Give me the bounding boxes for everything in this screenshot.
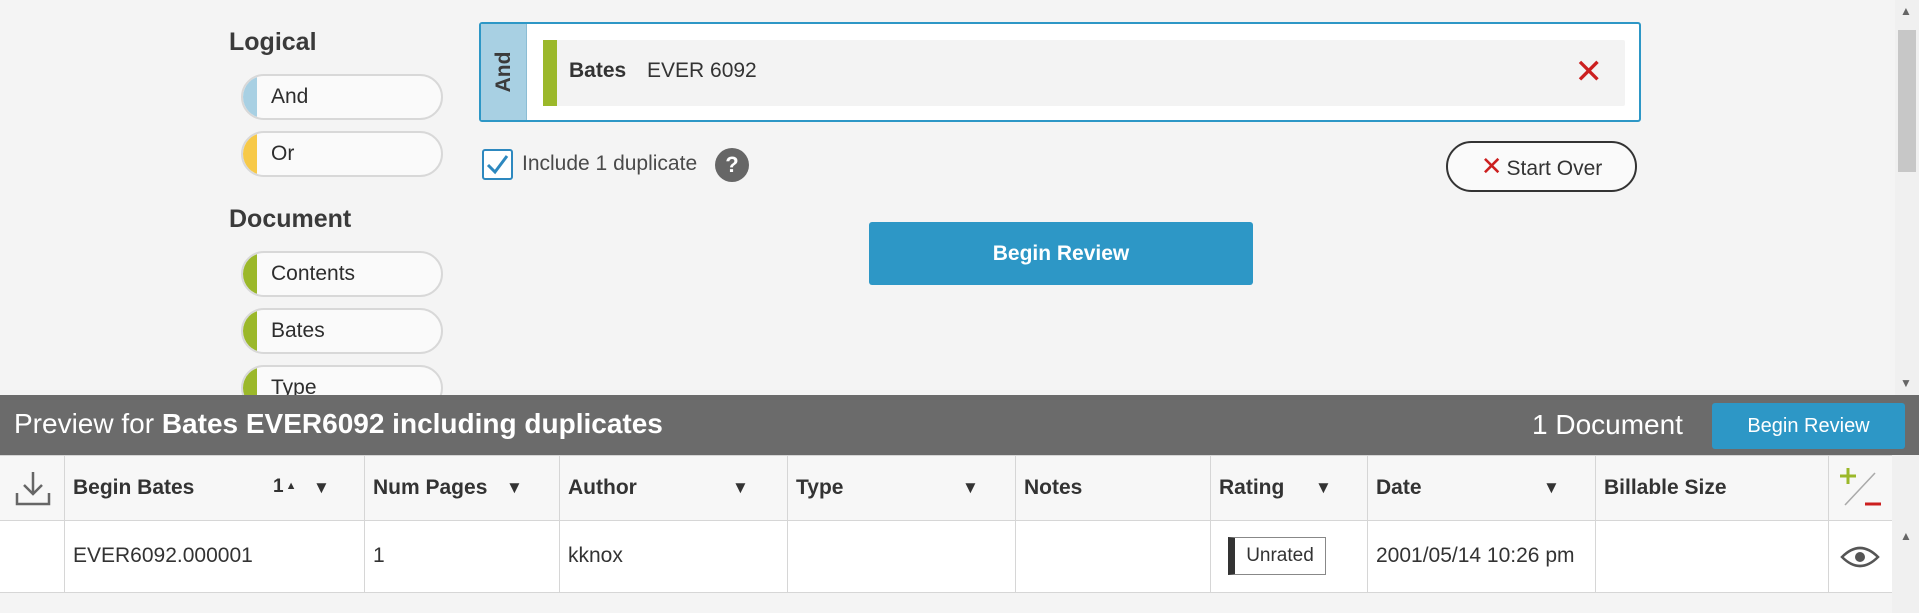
contents-color-bar bbox=[243, 253, 257, 295]
begin-review-button[interactable]: Begin Review bbox=[869, 222, 1253, 285]
palette-item-label: Type bbox=[271, 376, 317, 395]
builder-scrollbar[interactable]: ▲ ▼ bbox=[1895, 0, 1919, 395]
palette-item-bates[interactable]: Bates bbox=[241, 308, 443, 354]
palette-item-label: And bbox=[271, 85, 309, 108]
column-header-begin-bates[interactable]: Begin Bates 1 ▲ ▼ bbox=[65, 456, 365, 520]
sort-order-indicator: 1 ▲ bbox=[273, 476, 297, 497]
num-pages-cell: 1 bbox=[365, 521, 560, 592]
scroll-up-icon[interactable]: ▲ bbox=[1900, 4, 1912, 18]
help-icon[interactable]: ? bbox=[715, 148, 749, 182]
preview-header: Preview for Bates EVER6092 including dup… bbox=[0, 395, 1919, 455]
begin-bates-value: EVER6092.000001 bbox=[73, 544, 253, 567]
column-header-notes[interactable]: Notes bbox=[1016, 456, 1211, 520]
eye-icon[interactable] bbox=[1840, 543, 1880, 571]
table-header-row: Begin Bates 1 ▲ ▼ Num Pages ▼ Author ▼ Ty… bbox=[0, 455, 1892, 521]
preview-query-text: Bates EVER6092 including duplicates bbox=[161, 408, 663, 439]
checkmark-icon bbox=[486, 155, 509, 175]
filter-dropdown-icon[interactable]: ▼ bbox=[506, 478, 523, 498]
start-over-button[interactable]: ✕ Start Over bbox=[1446, 141, 1637, 192]
type-color-bar bbox=[243, 367, 257, 395]
filter-dropdown-icon[interactable]: ▼ bbox=[962, 478, 979, 498]
criterion-field: Bates bbox=[569, 59, 627, 82]
filter-dropdown-icon[interactable]: ▼ bbox=[313, 478, 330, 498]
palette-item-label: Bates bbox=[271, 319, 325, 342]
criterion-value: EVER 6092 bbox=[647, 59, 757, 82]
view-document-cell[interactable] bbox=[1829, 521, 1892, 592]
operator-tab-and[interactable]: And bbox=[481, 24, 527, 120]
column-label: Billable Size bbox=[1604, 476, 1727, 499]
date-cell: 2001/05/14 10:26 pm bbox=[1368, 521, 1596, 592]
palette-item-or[interactable]: Or bbox=[241, 131, 443, 177]
scrollbar-thumb[interactable] bbox=[1898, 30, 1916, 172]
column-label: Begin Bates bbox=[73, 476, 195, 499]
table-scrollbar[interactable]: ▲ bbox=[1892, 455, 1919, 613]
palette-item-contents[interactable]: Contents bbox=[241, 251, 443, 297]
export-column-header[interactable] bbox=[0, 456, 65, 520]
column-header-date[interactable]: Date ▼ bbox=[1368, 456, 1596, 520]
bates-criterion-chip[interactable]: Bates EVER 6092 ✕ bbox=[543, 40, 1625, 106]
filter-dropdown-icon[interactable]: ▼ bbox=[732, 478, 749, 498]
query-builder: Logical And Or Document Contents Bates T… bbox=[0, 0, 1919, 395]
column-label: Date bbox=[1376, 476, 1422, 499]
add-remove-columns-icon bbox=[1840, 468, 1881, 506]
column-label: Type bbox=[796, 476, 844, 499]
include-duplicates-checkbox[interactable] bbox=[482, 149, 513, 180]
type-cell bbox=[788, 521, 1016, 592]
rating-badge[interactable]: Unrated bbox=[1228, 537, 1326, 575]
preview-title: Preview for Bates EVER6092 including dup… bbox=[14, 408, 663, 440]
download-icon[interactable] bbox=[13, 469, 53, 509]
palette-item-label: Contents bbox=[271, 262, 356, 285]
include-duplicates-label[interactable]: Include 1 duplicate bbox=[522, 152, 697, 176]
column-label: Notes bbox=[1024, 476, 1083, 499]
scroll-down-icon[interactable]: ▼ bbox=[1900, 376, 1912, 390]
and-color-bar bbox=[243, 76, 257, 118]
palette-item-label: Or bbox=[271, 142, 295, 165]
add-remove-columns-button[interactable] bbox=[1829, 456, 1892, 520]
document-heading: Document bbox=[229, 205, 352, 233]
table-row[interactable]: EVER6092.000001 1 kknox Unrated 2001/05/… bbox=[0, 521, 1892, 593]
row-select-cell[interactable] bbox=[0, 521, 65, 592]
num-pages-value: 1 bbox=[373, 544, 385, 567]
preview-begin-review-button[interactable]: Begin Review bbox=[1712, 403, 1905, 449]
notes-cell bbox=[1016, 521, 1211, 592]
filter-dropdown-icon[interactable]: ▼ bbox=[1315, 478, 1332, 498]
palette-item-type[interactable]: Type bbox=[241, 365, 443, 395]
billable-size-cell bbox=[1596, 521, 1829, 592]
column-label: Num Pages bbox=[373, 476, 488, 499]
criterion-color-bar bbox=[543, 40, 557, 106]
start-over-label: Start Over bbox=[1506, 157, 1603, 180]
author-value: kknox bbox=[568, 544, 623, 567]
author-cell: kknox bbox=[560, 521, 788, 592]
preview-prefix: Preview for bbox=[14, 408, 155, 439]
palette-item-and[interactable]: And bbox=[241, 74, 443, 120]
column-header-num-pages[interactable]: Num Pages ▼ bbox=[365, 456, 560, 520]
column-label: Author bbox=[568, 476, 637, 499]
date-value: 2001/05/14 10:26 pm bbox=[1376, 544, 1575, 567]
document-count: 1 Document bbox=[1532, 409, 1683, 440]
query-drop-zone[interactable]: And Bates EVER 6092 ✕ bbox=[479, 22, 1641, 122]
or-color-bar bbox=[243, 133, 257, 175]
logical-heading: Logical bbox=[229, 28, 317, 56]
column-header-billable-size[interactable]: Billable Size bbox=[1596, 456, 1829, 520]
column-header-rating[interactable]: Rating ▼ bbox=[1211, 456, 1368, 520]
results-table: Begin Bates 1 ▲ ▼ Num Pages ▼ Author ▼ Ty… bbox=[0, 455, 1919, 613]
operator-label: And bbox=[491, 51, 515, 93]
filter-dropdown-icon[interactable]: ▼ bbox=[1543, 478, 1560, 498]
bates-color-bar bbox=[243, 310, 257, 352]
column-label: Rating bbox=[1219, 476, 1285, 499]
close-icon: ✕ bbox=[1480, 151, 1503, 181]
begin-bates-cell: EVER6092.000001 bbox=[65, 521, 365, 592]
column-header-author[interactable]: Author ▼ bbox=[560, 456, 788, 520]
remove-criterion-icon[interactable]: ✕ bbox=[1575, 52, 1604, 92]
scroll-up-icon[interactable]: ▲ bbox=[1900, 529, 1912, 543]
column-header-type[interactable]: Type ▼ bbox=[788, 456, 1016, 520]
